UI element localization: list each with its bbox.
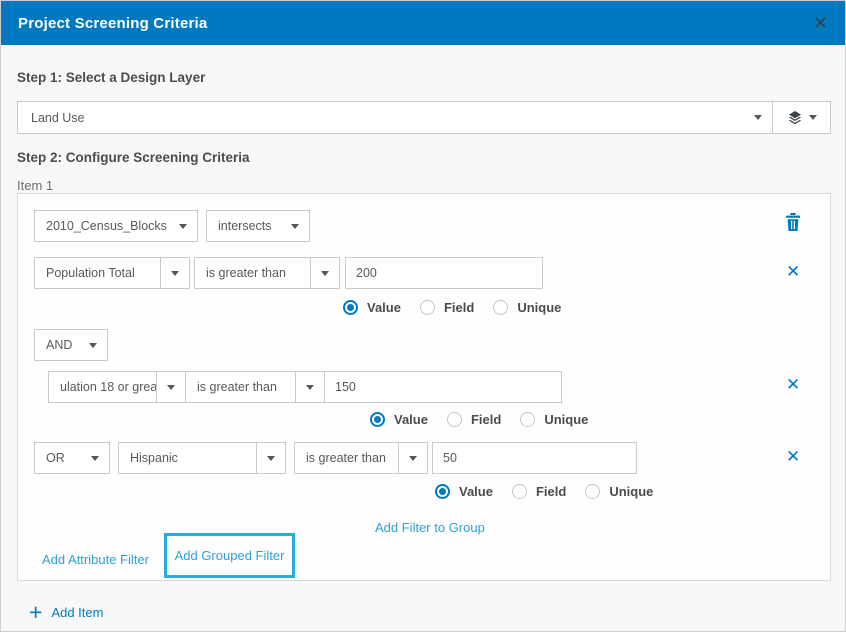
layer-options-button[interactable]: [772, 102, 830, 133]
group-filter1-operator-value: is greater than: [186, 380, 295, 394]
radio-value-label[interactable]: Value: [367, 300, 401, 315]
radio-unique[interactable]: [585, 484, 600, 499]
item-label: Item 1: [17, 178, 53, 193]
radio-field[interactable]: [420, 300, 435, 315]
chevron-down-icon: [167, 385, 175, 390]
radio-field-label[interactable]: Field: [471, 412, 501, 427]
group-filter2-field-dropdown[interactable]: Hispanic: [118, 442, 286, 474]
divider: [156, 372, 157, 402]
radio-field[interactable]: [447, 412, 462, 427]
item-layer-dropdown[interactable]: 2010_Census_Blocks: [34, 210, 198, 242]
dialog-header: Project Screening Criteria ✕: [1, 1, 845, 45]
group-filter1-value-input[interactable]: [324, 371, 562, 403]
filter1-field-dropdown[interactable]: Population Total: [34, 257, 190, 289]
radio-unique-label[interactable]: Unique: [544, 412, 588, 427]
radio-value[interactable]: [343, 300, 358, 315]
filter1-value-type-radios: Value Field Unique: [343, 300, 561, 315]
filter1-operator-dropdown[interactable]: is greater than: [194, 257, 340, 289]
chevron-down-icon: [89, 343, 97, 348]
chevron-down-icon: [91, 456, 99, 461]
radio-field-label[interactable]: Field: [536, 484, 566, 499]
group-filter1-field-value: ulation 18 or greater: [49, 380, 156, 394]
radio-value-label[interactable]: Value: [394, 412, 428, 427]
filter1-field-value: Population Total: [35, 266, 160, 280]
step2-label: Step 2: Configure Screening Criteria: [17, 150, 250, 165]
group-logic-dropdown[interactable]: AND: [34, 329, 108, 361]
layers-icon: [787, 110, 803, 126]
divider: [398, 443, 399, 473]
radio-value-label[interactable]: Value: [459, 484, 493, 499]
chevron-down-icon: [809, 115, 817, 120]
radio-field-label[interactable]: Field: [444, 300, 474, 315]
filter1-value-input[interactable]: [345, 257, 543, 289]
chevron-down-icon: [321, 271, 329, 276]
group-filter2-operator-value: is greater than: [295, 451, 398, 465]
add-item-button[interactable]: + Add Item: [29, 601, 103, 624]
group-filter2-logic-dropdown[interactable]: OR: [34, 442, 110, 474]
remove-group-filter1-icon[interactable]: ✕: [786, 376, 800, 393]
item-layer-value: 2010_Census_Blocks: [35, 219, 169, 233]
group-logic-value: AND: [35, 338, 79, 352]
divider: [256, 443, 257, 473]
step1-label: Step 1: Select a Design Layer: [17, 70, 205, 85]
add-attribute-filter-link[interactable]: Add Attribute Filter: [42, 552, 149, 567]
radio-value[interactable]: [370, 412, 385, 427]
chevron-down-icon: [179, 224, 187, 229]
chevron-down-icon: [291, 224, 299, 229]
design-layer-select: Land Use: [17, 101, 831, 134]
group-filter1-operator-dropdown[interactable]: is greater than: [185, 371, 325, 403]
design-layer-dropdown[interactable]: Land Use: [18, 102, 772, 133]
design-layer-value: Land Use: [18, 111, 744, 125]
screening-item-panel: 2010_Census_Blocks intersects Population…: [17, 193, 831, 581]
group-filter2-operator-dropdown[interactable]: is greater than: [294, 442, 428, 474]
filter1-operator-value: is greater than: [195, 266, 310, 280]
radio-unique[interactable]: [493, 300, 508, 315]
add-filter-to-group-link[interactable]: Add Filter to Group: [375, 520, 485, 535]
spatial-operator-dropdown[interactable]: intersects: [206, 210, 310, 242]
spatial-operator-value: intersects: [207, 219, 281, 233]
divider: [160, 258, 161, 288]
chevron-down-icon: [171, 271, 179, 276]
chevron-down-icon: [409, 456, 417, 461]
chevron-down-icon: [267, 456, 275, 461]
group-filter1-value-type-radios: Value Field Unique: [370, 412, 588, 427]
project-screening-criteria-dialog: Project Screening Criteria ✕ Step 1: Sel…: [0, 0, 846, 632]
chevron-down-icon: [306, 385, 314, 390]
close-icon[interactable]: ✕: [813, 14, 828, 32]
trash-icon[interactable]: [785, 213, 801, 231]
chevron-down-icon: [754, 115, 762, 120]
radio-field[interactable]: [512, 484, 527, 499]
radio-value[interactable]: [435, 484, 450, 499]
add-grouped-filter-highlight: Add Grouped Filter: [164, 533, 295, 578]
remove-group-filter2-icon[interactable]: ✕: [786, 448, 800, 465]
dialog-title: Project Screening Criteria: [18, 15, 207, 32]
group-filter1-field-dropdown[interactable]: ulation 18 or greater: [48, 371, 186, 403]
remove-filter1-icon[interactable]: ✕: [786, 263, 800, 280]
add-grouped-filter-link[interactable]: Add Grouped Filter: [175, 548, 285, 563]
add-item-label: Add Item: [51, 605, 103, 620]
group-filter2-value-input[interactable]: [432, 442, 637, 474]
divider: [295, 372, 296, 402]
group-filter2-field-value: Hispanic: [119, 451, 256, 465]
group-filter2-logic-value: OR: [35, 451, 81, 465]
radio-unique-label[interactable]: Unique: [517, 300, 561, 315]
plus-icon: +: [29, 601, 42, 624]
radio-unique[interactable]: [520, 412, 535, 427]
group-filter2-value-type-radios: Value Field Unique: [435, 484, 653, 499]
divider: [310, 258, 311, 288]
radio-unique-label[interactable]: Unique: [609, 484, 653, 499]
